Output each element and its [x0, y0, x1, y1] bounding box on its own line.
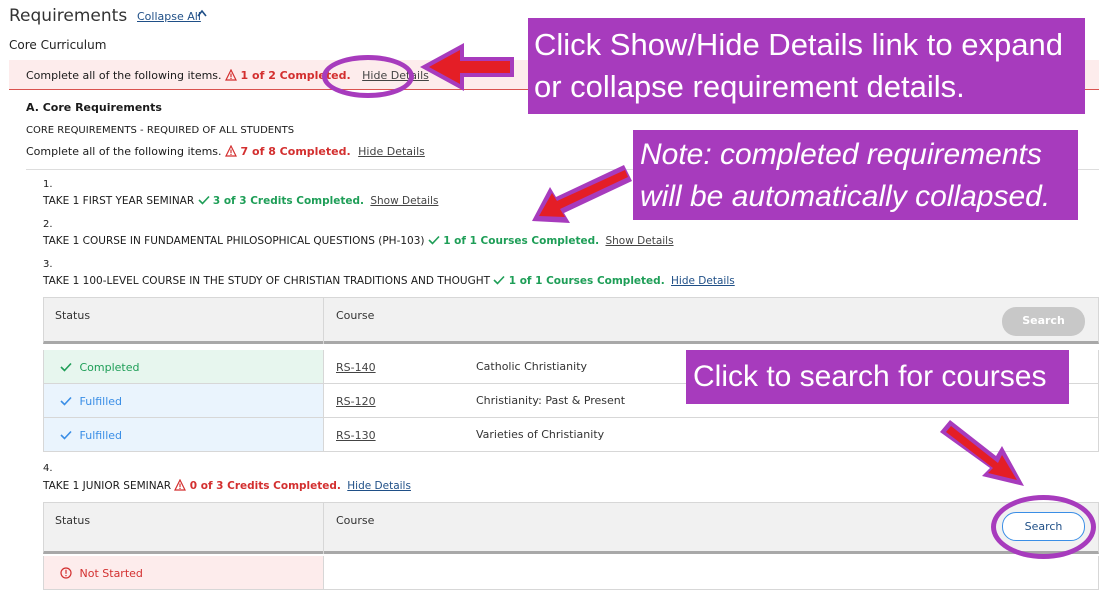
arrow-down-left-icon — [532, 165, 632, 223]
requirement-number: 4. — [43, 463, 53, 474]
column-divider — [323, 502, 324, 554]
section-subtitle: CORE REQUIREMENTS - REQUIRED OF ALL STUD… — [26, 125, 295, 136]
status-label: Completed — [79, 361, 140, 374]
requirement-row: TAKE 1 FIRST YEAR SEMINAR 3 of 3 Credits… — [43, 195, 438, 207]
search-button-disabled[interactable]: Search — [1002, 307, 1085, 336]
check-icon — [60, 362, 72, 372]
highlight-ring — [322, 55, 414, 98]
requirement-status: 1 of 1 Courses Completed. — [443, 235, 600, 247]
callout-line: will be automatically collapsed. — [640, 180, 1051, 213]
hide-details-link[interactable]: Hide Details — [671, 275, 735, 287]
requirement-row: TAKE 1 JUNIOR SEMINAR 0 of 3 Credits Com… — [43, 478, 411, 492]
requirement-number: 3. — [43, 259, 53, 270]
status-fulfilled: Fulfilled — [60, 429, 122, 442]
requirement-row: TAKE 1 100-LEVEL COURSE IN THE STUDY OF … — [43, 275, 735, 287]
info-circle-icon — [60, 567, 72, 579]
section-status: 7 of 8 Completed. — [240, 145, 351, 158]
requirement-label: TAKE 1 COURSE IN FUNDAMENTAL PHILOSOPHIC… — [43, 235, 425, 247]
program-title: Core Curriculum — [9, 38, 107, 52]
check-icon — [428, 235, 440, 245]
show-details-link[interactable]: Show Details — [605, 235, 673, 247]
banner-text: Complete all of the following items. — [26, 69, 222, 82]
course-column-header: Course — [336, 514, 375, 527]
check-icon — [493, 275, 505, 285]
course-name: Catholic Christianity — [476, 360, 588, 373]
arrow-down-right-icon — [940, 420, 1024, 486]
status-label: Fulfilled — [79, 429, 123, 442]
requirement-status: 0 of 3 Credits Completed. — [189, 480, 341, 492]
page-title: Requirements — [9, 6, 128, 26]
check-icon — [197, 195, 210, 205]
status-label: Fulfilled — [79, 395, 123, 408]
show-hide-callout: Click Show/Hide Details link to expand o… — [528, 18, 1085, 114]
callout-line: Click Show/Hide Details link to expand — [534, 27, 1063, 62]
section-title: A. Core Requirements — [26, 101, 162, 114]
status-column-header: Status — [55, 309, 91, 322]
status-column-header: Status — [55, 514, 91, 527]
section-status-row: Complete all of the following items. 7 o… — [26, 144, 425, 158]
show-details-link[interactable]: Show Details — [370, 195, 438, 207]
note-callout: Note: completed requirements will be aut… — [633, 130, 1078, 220]
course-code-link[interactable]: RS-140 — [336, 361, 376, 374]
highlight-ring — [991, 495, 1096, 559]
course-code-link[interactable]: RS-130 — [336, 429, 376, 442]
section-text: Complete all of the following items. — [26, 145, 222, 158]
callout-line: or collapse requirement details. — [534, 69, 965, 104]
status-fulfilled: Fulfilled — [60, 395, 122, 408]
callout-line: Note: completed requirements — [640, 138, 1042, 171]
status-label: Not Started — [79, 567, 143, 580]
course-name: Christianity: Past & Present — [476, 394, 626, 407]
course-code-link[interactable]: RS-120 — [336, 395, 376, 408]
warning-icon — [225, 68, 238, 81]
course-table-header — [43, 502, 1099, 554]
requirement-row: TAKE 1 COURSE IN FUNDAMENTAL PHILOSOPHIC… — [43, 235, 674, 247]
warning-icon — [225, 144, 238, 157]
requirement-label: TAKE 1 FIRST YEAR SEMINAR — [43, 195, 195, 207]
requirement-number: 1. — [43, 179, 53, 190]
hide-details-link[interactable]: Hide Details — [347, 480, 411, 492]
arrow-left-icon — [420, 43, 514, 91]
search-callout: Click to search for courses — [686, 350, 1069, 404]
check-icon — [60, 396, 72, 406]
requirement-label: TAKE 1 JUNIOR SEMINAR — [43, 480, 172, 492]
course-table-header — [43, 297, 1099, 344]
requirement-status: 3 of 3 Credits Completed. — [212, 195, 365, 207]
requirement-label: TAKE 1 100-LEVEL COURSE IN THE STUDY OF … — [43, 275, 491, 287]
status-completed: Completed — [60, 361, 140, 374]
section-hide-details-link[interactable]: Hide Details — [358, 145, 425, 158]
check-icon — [60, 430, 72, 440]
requirement-number: 2. — [43, 219, 53, 230]
status-not-started: Not Started — [60, 567, 143, 580]
warning-icon — [174, 478, 187, 491]
chevron-up-icon[interactable] — [197, 6, 207, 21]
course-name: Varieties of Christianity — [476, 428, 605, 441]
course-column-header: Course — [336, 309, 375, 322]
collapse-all-link[interactable]: Collapse All — [137, 10, 201, 23]
requirement-status: 1 of 1 Courses Completed. — [508, 275, 665, 287]
column-divider — [323, 297, 324, 344]
